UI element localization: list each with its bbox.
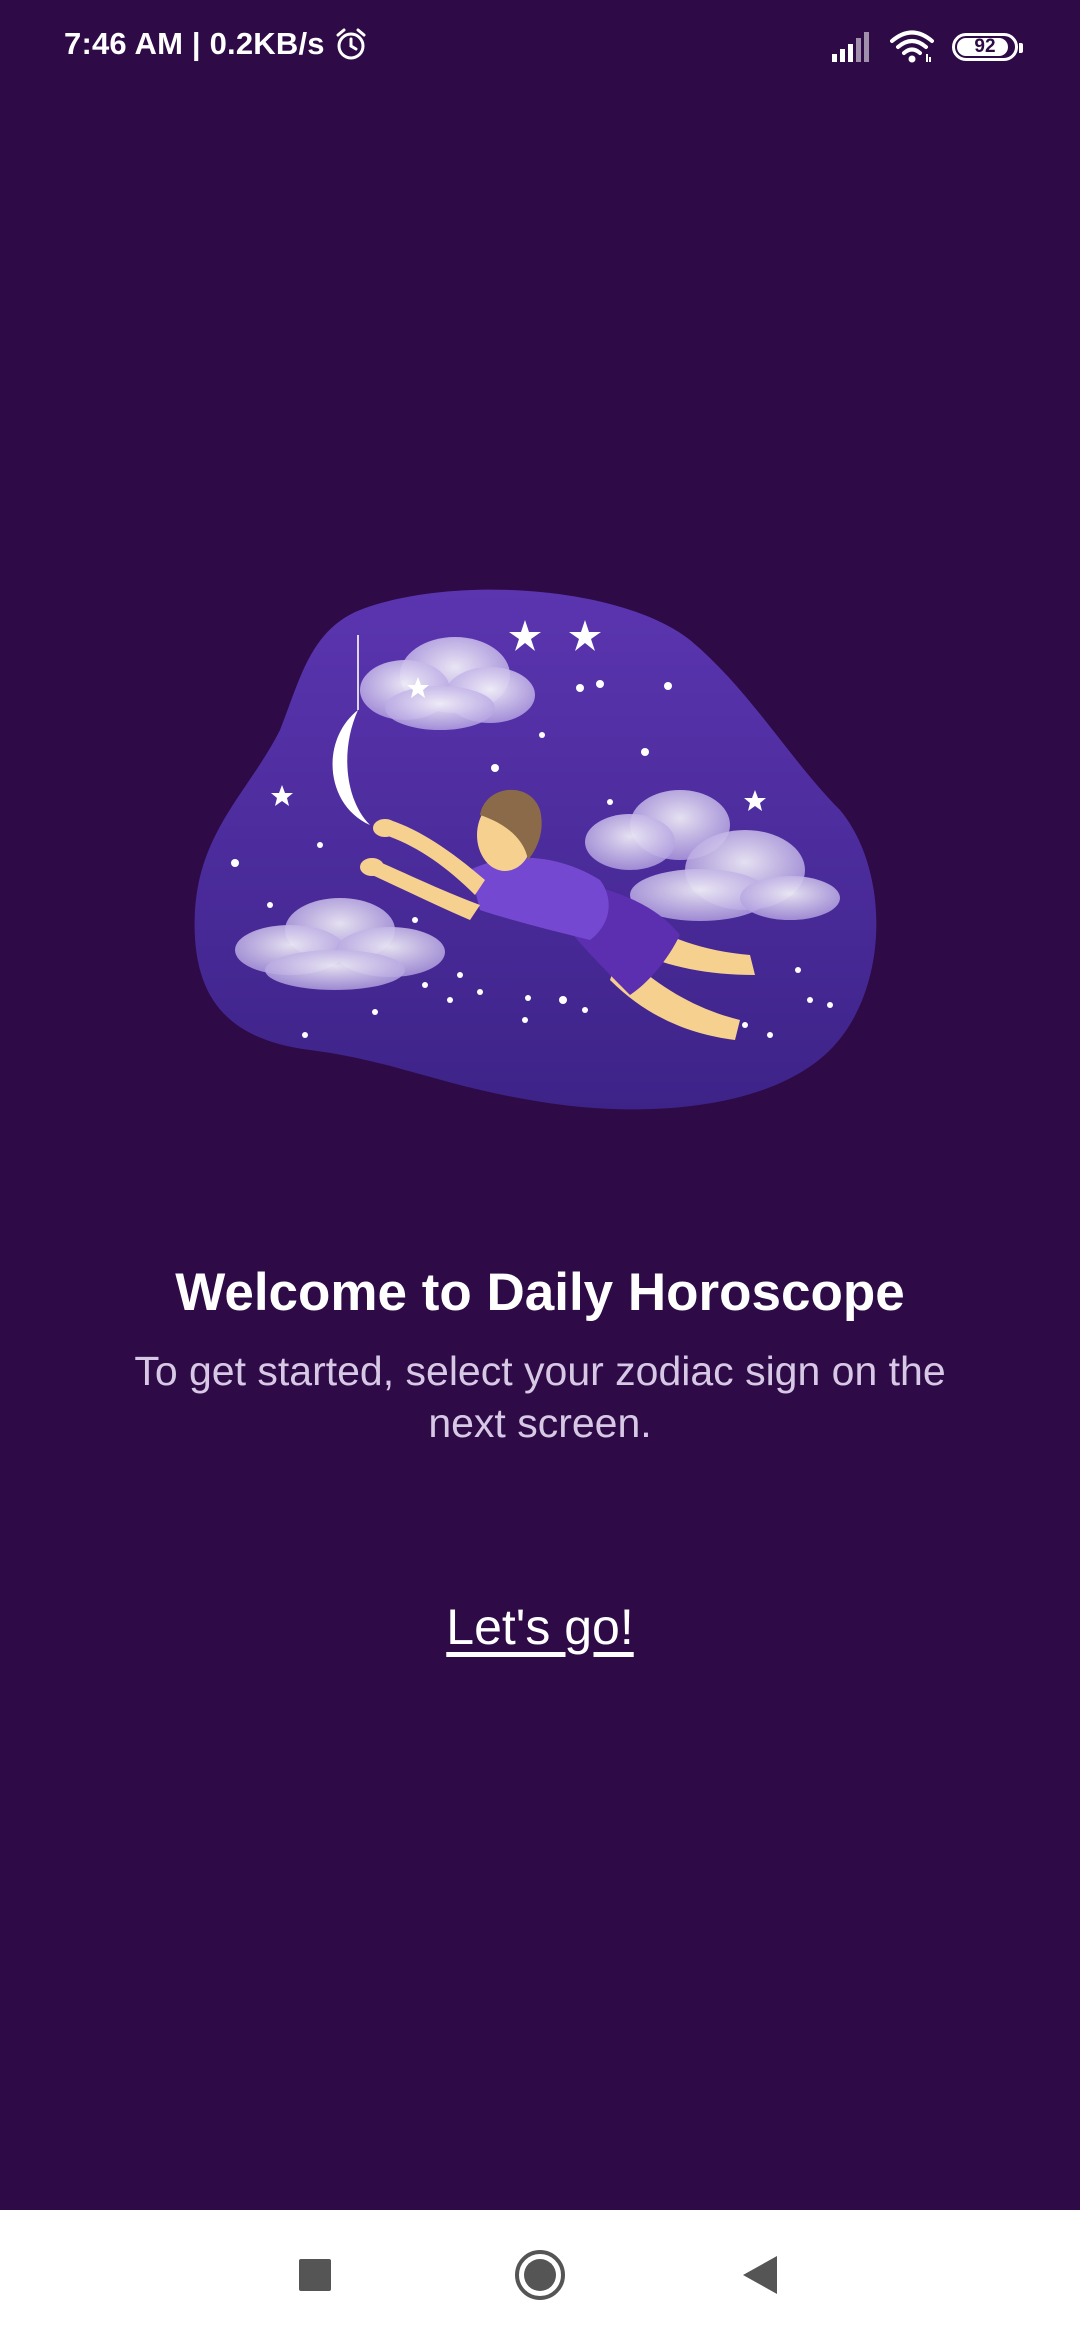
- battery-level: 92: [974, 36, 996, 57]
- square-icon: [299, 2259, 331, 2291]
- welcome-subtitle: To get started, select your zodiac sign …: [134, 1348, 946, 1446]
- back-button[interactable]: [700, 2210, 820, 2340]
- welcome-screen: 7:46 AM | 0.2KB/s 92 Welcome to Daily Ho…: [0, 0, 1080, 2340]
- status-time-speed: 7:46 AM | 0.2KB/s: [64, 26, 325, 61]
- home-button[interactable]: [480, 2210, 600, 2340]
- triangle-back-icon: [743, 2256, 777, 2294]
- status-bar: 7:46 AM | 0.2KB/s 92: [0, 0, 1080, 100]
- circle-icon: [515, 2250, 565, 2300]
- wifi-icon: [890, 30, 934, 63]
- status-left: 7:46 AM | 0.2KB/s: [64, 26, 369, 62]
- navigation-bar: [0, 2210, 1080, 2340]
- dreaming-person-moon-illustration: [194, 589, 877, 1110]
- battery-indicator: 92: [952, 33, 1023, 61]
- welcome-title: Welcome to Daily Horoscope: [175, 1263, 905, 1322]
- battery-tip: [1019, 43, 1023, 53]
- signal-icon: [832, 32, 869, 62]
- status-right: 92: [832, 30, 1023, 64]
- lets-go-container: Let's go!: [0, 1598, 1080, 1656]
- alarm-icon: [336, 28, 366, 60]
- lets-go-button[interactable]: Let's go!: [446, 1599, 633, 1655]
- recents-button[interactable]: [255, 2210, 375, 2340]
